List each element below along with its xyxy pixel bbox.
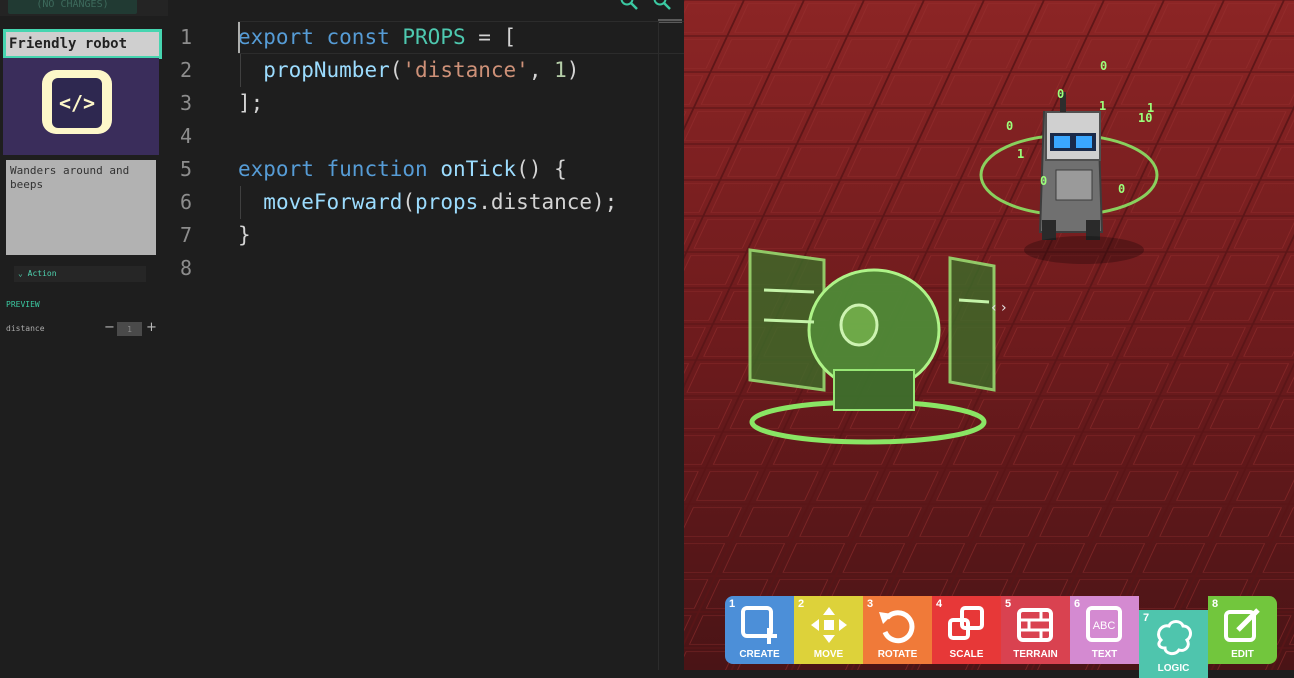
code-line-2[interactable]: propNumber('distance', 1): [238, 54, 579, 87]
tool-create-button[interactable]: 1 CREATE: [725, 596, 794, 664]
tool-label: TERRAIN: [1013, 649, 1058, 660]
zoom-out-icon[interactable]: [653, 0, 671, 10]
edit-icon: [1224, 608, 1260, 642]
code-line-6[interactable]: moveForward(props.distance);: [238, 186, 617, 219]
text-cursor: [238, 22, 240, 53]
card-panel: (NO CHANGES) Friendly robot </> Wanders …: [0, 0, 168, 670]
tool-move-button[interactable]: 2 MOVE: [794, 596, 863, 664]
tool-label: LOGIC: [1157, 663, 1190, 674]
tool-label: SCALE: [949, 649, 984, 660]
tool-shortcut: 6: [1074, 598, 1081, 610]
code-line-3[interactable]: ];: [238, 87, 263, 120]
code-brackets-icon[interactable]: </>: [42, 70, 112, 134]
svg-text:ABC: ABC: [1093, 620, 1116, 632]
line-number: 6: [179, 190, 192, 214]
action-dropdown-label: Action: [27, 269, 57, 278]
preview-heading: PREVIEW: [6, 300, 40, 309]
tool-shortcut: 1: [729, 598, 736, 610]
tool-label: MOVE: [813, 649, 844, 660]
tool-edit-button[interactable]: 8 EDIT: [1208, 596, 1277, 664]
tool-shortcut: 8: [1212, 598, 1219, 610]
prop-distance-label: distance: [6, 324, 45, 333]
editor-ruler: [658, 22, 659, 670]
tool-terrain-button[interactable]: 5 TERRAIN: [1001, 596, 1070, 664]
create-icon: [741, 606, 777, 644]
svg-text:0: 0: [1006, 119, 1013, 133]
chevron-down-icon: ⌄: [18, 269, 28, 278]
svg-text:1: 1: [1099, 99, 1106, 113]
card-title-field[interactable]: Friendly robot: [3, 29, 162, 59]
tool-rotate-button[interactable]: 3 ROTATE: [863, 596, 932, 664]
svg-text:0: 0: [1040, 174, 1047, 188]
tool-shortcut: 4: [936, 598, 943, 610]
tool-label: CREATE: [739, 649, 780, 660]
no-changes-button[interactable]: (NO CHANGES): [8, 0, 137, 14]
svg-text:0: 0: [1118, 182, 1125, 196]
line-number: 3: [179, 91, 192, 115]
line-number: 2: [179, 58, 192, 82]
action-dropdown[interactable]: ⌄ Action: [14, 266, 146, 282]
scene-render: ‹ › 0 0 1 1 10 0 1 0 0: [684, 0, 1294, 670]
tool-label: EDIT: [1231, 649, 1254, 660]
code-line-1[interactable]: export const PROPS = [: [238, 21, 516, 54]
tool-label: ROTATE: [877, 649, 918, 660]
line-number: 5: [179, 157, 192, 181]
line-number: 7: [179, 223, 192, 247]
terrain-icon: [1017, 608, 1053, 642]
tool-shortcut: 2: [798, 598, 805, 610]
svg-text:1: 1: [1017, 147, 1024, 161]
viewport-cursor-hint: ‹ ›: [991, 300, 1007, 316]
move-icon: [811, 607, 847, 643]
code-line-5[interactable]: export function onTick() {: [238, 153, 567, 186]
tool-scale-button[interactable]: 4 SCALE: [932, 596, 1001, 664]
svg-text:0: 0: [1100, 59, 1107, 73]
code-editor[interactable]: 1 2 3 4 5 6 7 8 export const PROPS = [ p…: [168, 0, 684, 670]
card-icon-glyph: </>: [52, 78, 102, 128]
decrement-button[interactable]: −: [104, 321, 115, 335]
tool-shortcut: 3: [867, 598, 874, 610]
svg-text:0: 0: [1057, 87, 1064, 101]
code-line-7[interactable]: }: [238, 219, 251, 252]
editor-toolbar: [168, 0, 684, 22]
tool-text-button[interactable]: 6 ABC TEXT: [1070, 596, 1139, 664]
text-icon: ABC: [1086, 606, 1122, 642]
tool-bar: 1 CREATE 2 MOVE 3 ROTATE 4 SCALE 5 TERRA…: [725, 596, 1277, 678]
tool-label: TEXT: [1091, 649, 1118, 660]
game-viewport[interactable]: ‹ › 0 0 1 1 10 0 1 0 0: [684, 0, 1294, 670]
zoom-in-icon[interactable]: [620, 0, 638, 10]
increment-button[interactable]: +: [146, 321, 157, 335]
distance-input[interactable]: [117, 322, 142, 336]
rotate-icon: [879, 610, 915, 644]
brain-icon: [1157, 620, 1192, 656]
scale-icon: [948, 606, 984, 640]
line-number: 1: [179, 25, 192, 49]
svg-text:10: 10: [1138, 111, 1152, 125]
card-description-field[interactable]: Wanders around and beeps: [6, 160, 156, 255]
tool-shortcut: 5: [1005, 598, 1012, 610]
line-number: 8: [179, 256, 192, 280]
line-number: 4: [179, 124, 192, 148]
tool-shortcut: 7: [1143, 612, 1150, 624]
card-icon-area[interactable]: </>: [3, 58, 159, 155]
tool-logic-button[interactable]: 7 LOGIC: [1139, 610, 1208, 678]
